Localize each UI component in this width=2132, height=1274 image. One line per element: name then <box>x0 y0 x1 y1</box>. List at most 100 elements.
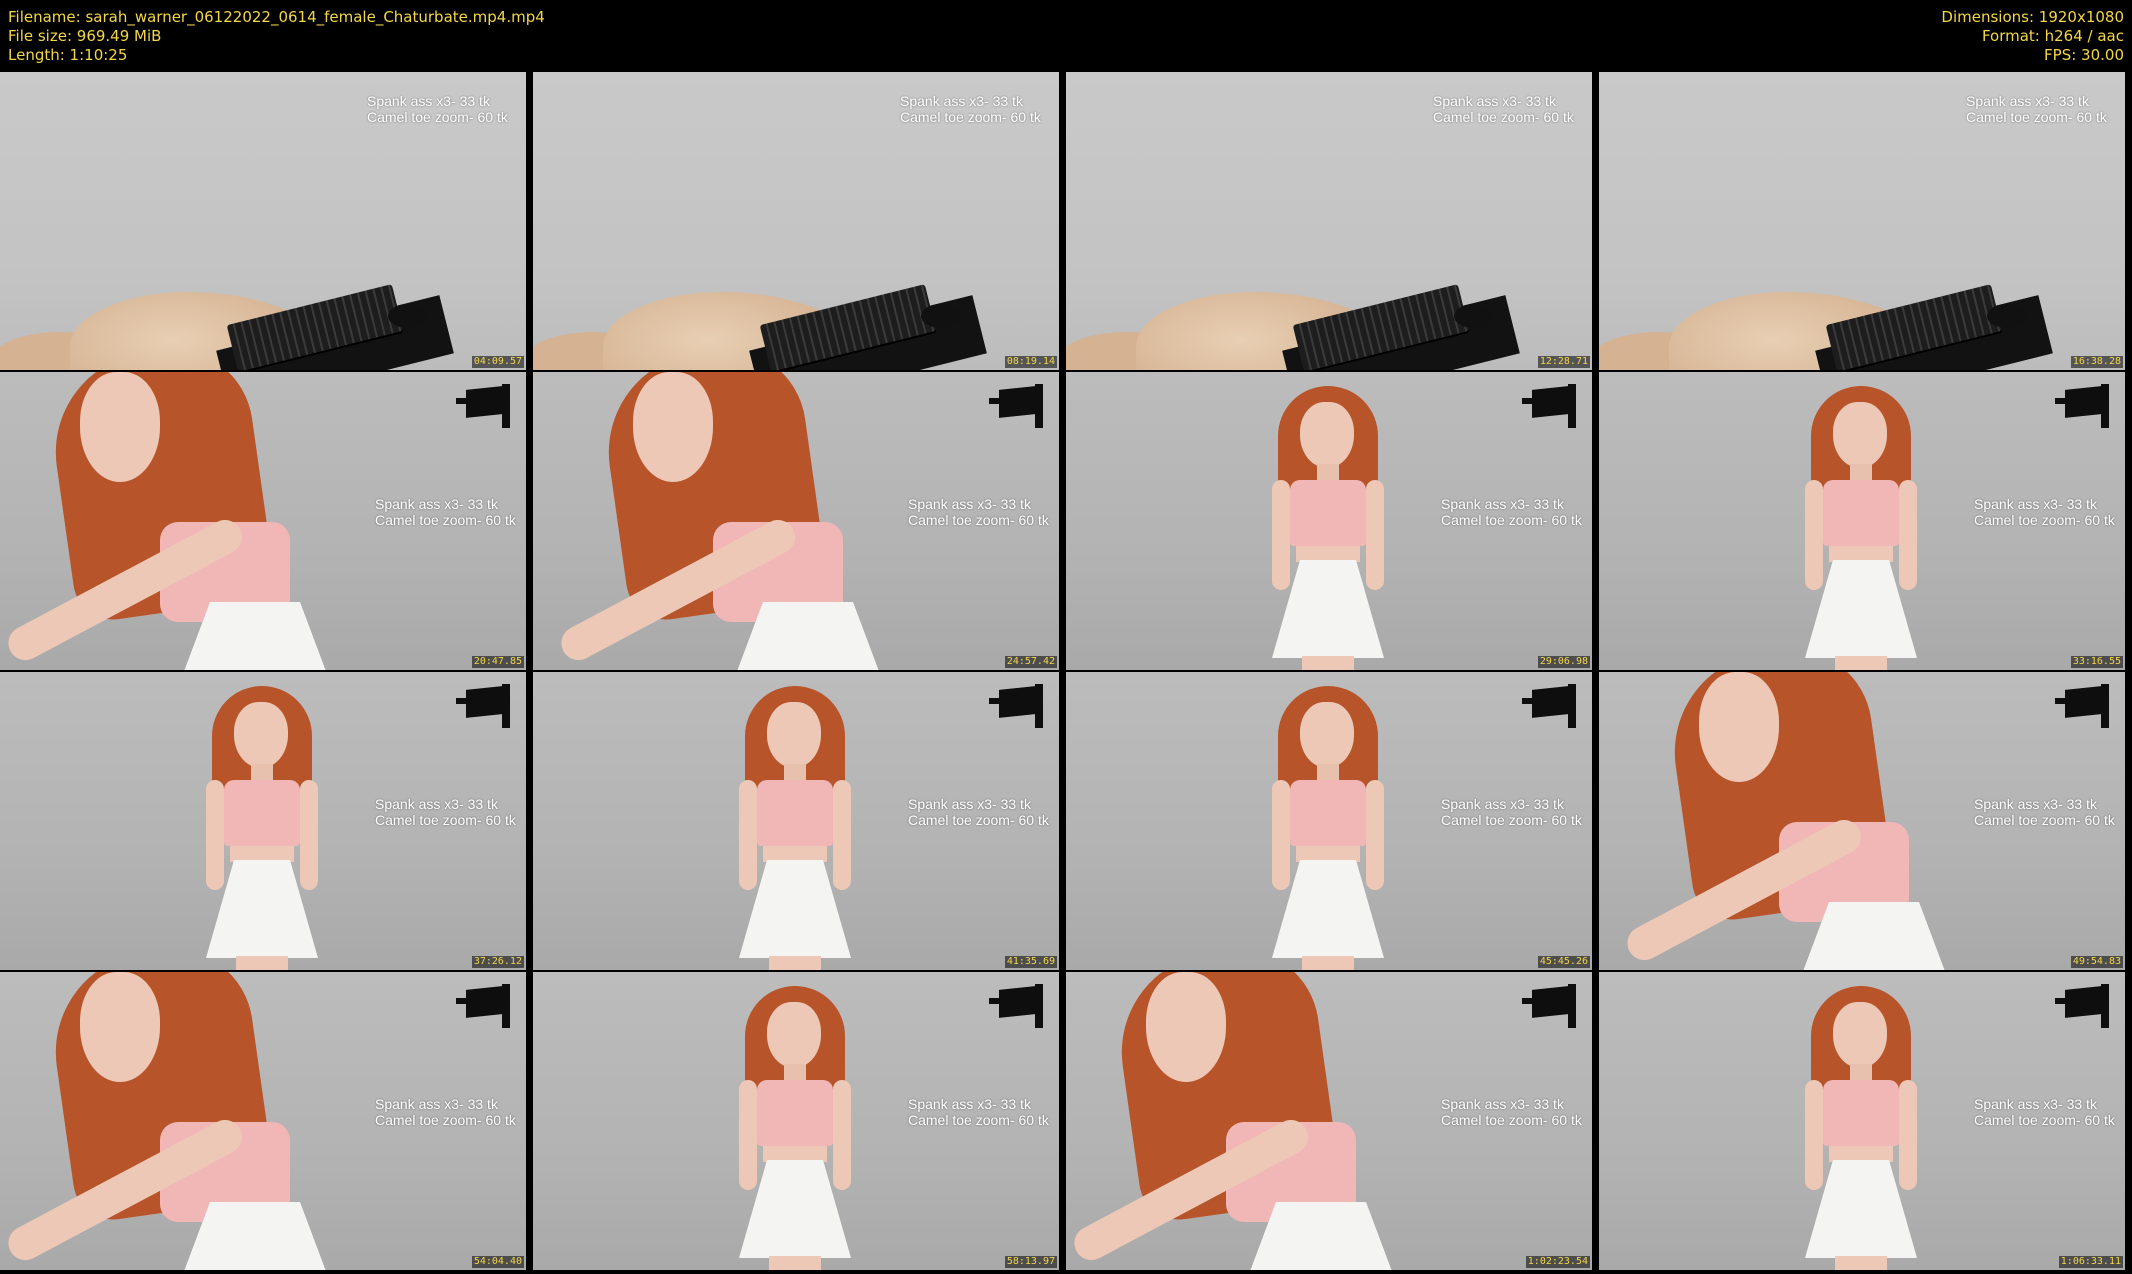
tip-menu-overlay: Spank ass x3- 33 tk Camel toe zoom- 60 tk <box>1974 1096 2115 1128</box>
face <box>767 1002 821 1068</box>
wall-mount-icon <box>1522 684 1588 728</box>
face <box>1300 402 1354 468</box>
video-frame-thumbnail[interactable]: Spank ass x3- 33 tk Camel toe zoom- 60 tk… <box>0 972 526 1270</box>
frame-timestamp: 08:19.14 <box>1004 356 1057 368</box>
wall-mount-icon <box>989 384 1055 428</box>
pink-top <box>1290 780 1366 846</box>
frame-timestamp: 04:09.57 <box>471 356 524 368</box>
arm <box>833 780 851 890</box>
format-text: Format: h264 / aac <box>1981 27 2124 45</box>
overlay-line-1: Spank ass x3- 33 tk <box>367 93 490 109</box>
face <box>633 372 713 482</box>
video-frame-thumbnail[interactable]: Spank ass x3- 33 tk Camel toe zoom- 60 tk… <box>1599 372 2125 670</box>
face <box>80 972 160 1082</box>
person-figure <box>1783 380 1943 670</box>
video-frame-thumbnail[interactable]: Spank ass x3- 33 tk Camel toe zoom- 60 tk… <box>533 972 1059 1270</box>
file-info: Filename: sarah_warner_06122022_0614_fem… <box>8 8 545 65</box>
face <box>1833 402 1887 468</box>
wall-mount-icon <box>456 984 522 1028</box>
tip-menu-overlay: Spank ass x3- 33 tk Camel toe zoom- 60 tk <box>375 796 516 828</box>
arm <box>1899 1080 1917 1190</box>
video-frame-thumbnail[interactable]: Spank ass x3- 33 tk Camel toe zoom- 60 tk… <box>0 72 526 370</box>
tip-menu-overlay: Spank ass x3- 33 tk Camel toe zoom- 60 tk <box>908 1096 1049 1128</box>
video-frame-thumbnail[interactable]: Spank ass x3- 33 tk Camel toe zoom- 60 tk… <box>1066 972 1592 1270</box>
arm <box>1805 480 1823 590</box>
wall-mount-icon <box>2055 384 2121 428</box>
overlay-line-1: Spank ass x3- 33 tk <box>1433 93 1556 109</box>
thumbnail-grid: Spank ass x3- 33 tk Camel toe zoom- 60 tk… <box>0 72 2132 1274</box>
video-frame-thumbnail[interactable]: Spank ass x3- 33 tk Camel toe zoom- 60 tk… <box>0 672 526 970</box>
pink-top <box>757 780 833 846</box>
face <box>1300 702 1354 768</box>
video-frame-thumbnail[interactable]: Spank ass x3- 33 tk Camel toe zoom- 60 tk… <box>1066 72 1592 370</box>
wall-mount-icon <box>2055 684 2121 728</box>
overlay-line-1: Spank ass x3- 33 tk <box>375 496 498 512</box>
waist <box>1296 846 1360 862</box>
mouse-icon <box>921 304 961 328</box>
legs <box>1302 956 1354 970</box>
frame-timestamp: 24:57.42 <box>1004 656 1057 668</box>
tip-menu-overlay: Spank ass x3- 33 tk Camel toe zoom- 60 tk <box>375 1096 516 1128</box>
person-figure <box>1066 972 1406 1270</box>
overlay-line-2: Camel toe zoom- 60 tk <box>1441 512 1582 528</box>
waist <box>1296 546 1360 562</box>
tip-menu-overlay: Spank ass x3- 33 tk Camel toe zoom- 60 tk <box>900 93 1041 125</box>
legs <box>769 956 821 970</box>
wall-mount-icon <box>1522 384 1588 428</box>
mouse-icon <box>1987 304 2027 328</box>
overlay-line-1: Spank ass x3- 33 tk <box>1974 1096 2097 1112</box>
wall-mount-icon <box>456 384 522 428</box>
tip-menu-overlay: Spank ass x3- 33 tk Camel toe zoom- 60 tk <box>1441 796 1582 828</box>
person-figure <box>553 372 893 670</box>
overlay-line-2: Camel toe zoom- 60 tk <box>908 512 1049 528</box>
overlay-line-2: Camel toe zoom- 60 tk <box>367 109 508 125</box>
overlay-line-1: Spank ass x3- 33 tk <box>908 796 1031 812</box>
waist <box>1829 546 1893 562</box>
tip-menu-overlay: Spank ass x3- 33 tk Camel toe zoom- 60 tk <box>367 93 508 125</box>
pink-top <box>224 780 300 846</box>
overlay-line-2: Camel toe zoom- 60 tk <box>1441 812 1582 828</box>
overlay-line-2: Camel toe zoom- 60 tk <box>900 109 1041 125</box>
video-frame-thumbnail[interactable]: Spank ass x3- 33 tk Camel toe zoom- 60 tk… <box>1066 372 1592 670</box>
overlay-line-2: Camel toe zoom- 60 tk <box>1966 109 2107 125</box>
overlay-line-1: Spank ass x3- 33 tk <box>1441 796 1564 812</box>
legs <box>1302 656 1354 670</box>
video-frame-thumbnail[interactable]: Spank ass x3- 33 tk Camel toe zoom- 60 tk… <box>1599 972 2125 1270</box>
mouse-icon <box>1454 304 1494 328</box>
video-frame-thumbnail[interactable]: Spank ass x3- 33 tk Camel toe zoom- 60 tk… <box>533 372 1059 670</box>
tip-menu-overlay: Spank ass x3- 33 tk Camel toe zoom- 60 tk <box>1974 796 2115 828</box>
wall-mount-icon <box>989 684 1055 728</box>
frame-timestamp: 45:45.26 <box>1537 956 1590 968</box>
overlay-line-1: Spank ass x3- 33 tk <box>375 796 498 812</box>
legs <box>1835 1256 1887 1270</box>
overlay-line-1: Spank ass x3- 33 tk <box>900 93 1023 109</box>
arm <box>1366 480 1384 590</box>
video-frame-thumbnail[interactable]: Spank ass x3- 33 tk Camel toe zoom- 60 tk… <box>1066 672 1592 970</box>
tip-menu-overlay: Spank ass x3- 33 tk Camel toe zoom- 60 tk <box>1441 1096 1582 1128</box>
video-frame-thumbnail[interactable]: Spank ass x3- 33 tk Camel toe zoom- 60 tk… <box>533 672 1059 970</box>
arm <box>739 780 757 890</box>
dimensions-text: Dimensions: 1920x1080 <box>1941 8 2124 26</box>
legs <box>236 956 288 970</box>
face <box>1146 972 1226 1082</box>
frame-timestamp: 58:13.97 <box>1004 1256 1057 1268</box>
arm <box>300 780 318 890</box>
video-frame-thumbnail[interactable]: Spank ass x3- 33 tk Camel toe zoom- 60 tk… <box>533 72 1059 370</box>
video-frame-thumbnail[interactable]: Spank ass x3- 33 tk Camel toe zoom- 60 tk… <box>1599 72 2125 370</box>
wall-mount-icon <box>1522 984 1588 1028</box>
waist <box>1829 1146 1893 1162</box>
length-text: Length: 1:10:25 <box>8 46 128 64</box>
overlay-line-2: Camel toe zoom- 60 tk <box>1974 812 2115 828</box>
pink-top <box>757 1080 833 1146</box>
video-frame-thumbnail[interactable]: Spank ass x3- 33 tk Camel toe zoom- 60 tk… <box>0 372 526 670</box>
filesize-text: File size: 969.49 MiB <box>8 27 162 45</box>
waist <box>763 846 827 862</box>
waist <box>763 1146 827 1162</box>
frame-timestamp: 54:04.40 <box>471 1256 524 1268</box>
video-frame-thumbnail[interactable]: Spank ass x3- 33 tk Camel toe zoom- 60 tk… <box>1599 672 2125 970</box>
overlay-line-2: Camel toe zoom- 60 tk <box>1433 109 1574 125</box>
overlay-line-2: Camel toe zoom- 60 tk <box>375 1112 516 1128</box>
frame-timestamp: 41:35.69 <box>1004 956 1057 968</box>
frame-timestamp: 1:06:33.11 <box>2058 1256 2123 1268</box>
arm <box>833 1080 851 1190</box>
